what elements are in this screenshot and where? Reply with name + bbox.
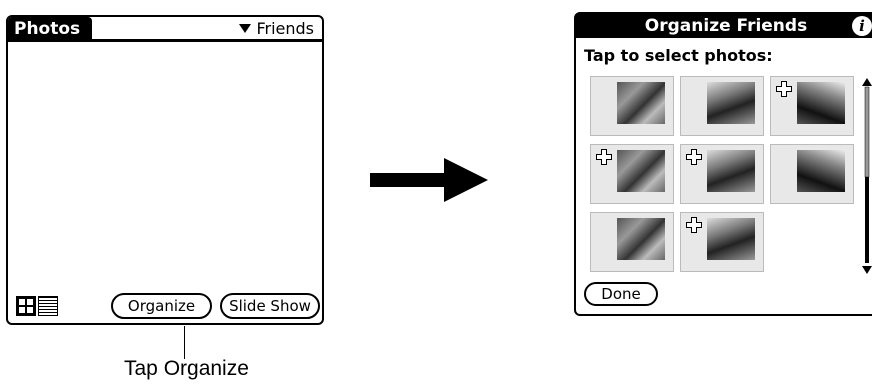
- photo-image: [797, 150, 845, 192]
- scroll-down-icon: [862, 266, 872, 274]
- organize-button[interactable]: Organize: [111, 293, 212, 319]
- done-button[interactable]: Done: [584, 282, 658, 306]
- slide-show-button[interactable]: Slide Show: [220, 293, 320, 319]
- instruction-text: Tap to select photos:: [584, 46, 773, 65]
- right-arrow-icon: [370, 158, 488, 202]
- callout-label: Tap Organize: [124, 357, 249, 380]
- photo-thumbnail[interactable]: [770, 76, 854, 136]
- photo-thumbnail[interactable]: [680, 144, 764, 204]
- info-icon[interactable]: i: [852, 16, 872, 36]
- thumbnail-view-icon[interactable]: [16, 296, 36, 316]
- callout-line: [184, 326, 185, 359]
- photo-thumbnail[interactable]: [770, 144, 854, 204]
- photo-thumbnail[interactable]: [590, 144, 674, 204]
- plus-icon: [686, 149, 702, 165]
- title-bar: Organize Friends i: [576, 14, 872, 38]
- dialog-title: Organize Friends: [644, 16, 808, 36]
- photo-thumbnail[interactable]: [680, 212, 764, 272]
- scroll-up-icon: [862, 78, 872, 86]
- dropdown-triangle-icon: [239, 23, 252, 33]
- photos-screen: Photos Friends Organize Slide Show: [6, 15, 324, 325]
- photo-image: [617, 150, 665, 192]
- scrollbar[interactable]: [862, 78, 872, 274]
- photo-thumbnail[interactable]: [590, 76, 674, 136]
- photo-image: [707, 218, 755, 260]
- view-toggle: [16, 296, 58, 316]
- photo-image: [707, 150, 755, 192]
- photo-image: [797, 82, 845, 124]
- photo-thumbnail[interactable]: [680, 76, 764, 136]
- plus-icon: [776, 81, 792, 97]
- category-label: Friends: [256, 19, 314, 38]
- organize-screen: Organize Friends i Tap to select photos:…: [574, 12, 872, 316]
- plus-icon: [596, 149, 612, 165]
- app-title: Photos: [8, 17, 93, 41]
- photo-thumbnail[interactable]: [590, 212, 674, 272]
- photo-image: [707, 82, 755, 124]
- list-view-icon[interactable]: [38, 296, 58, 316]
- plus-icon: [686, 217, 702, 233]
- photo-image: [617, 218, 665, 260]
- category-dropdown[interactable]: Friends: [239, 18, 314, 40]
- photo-image: [617, 82, 665, 124]
